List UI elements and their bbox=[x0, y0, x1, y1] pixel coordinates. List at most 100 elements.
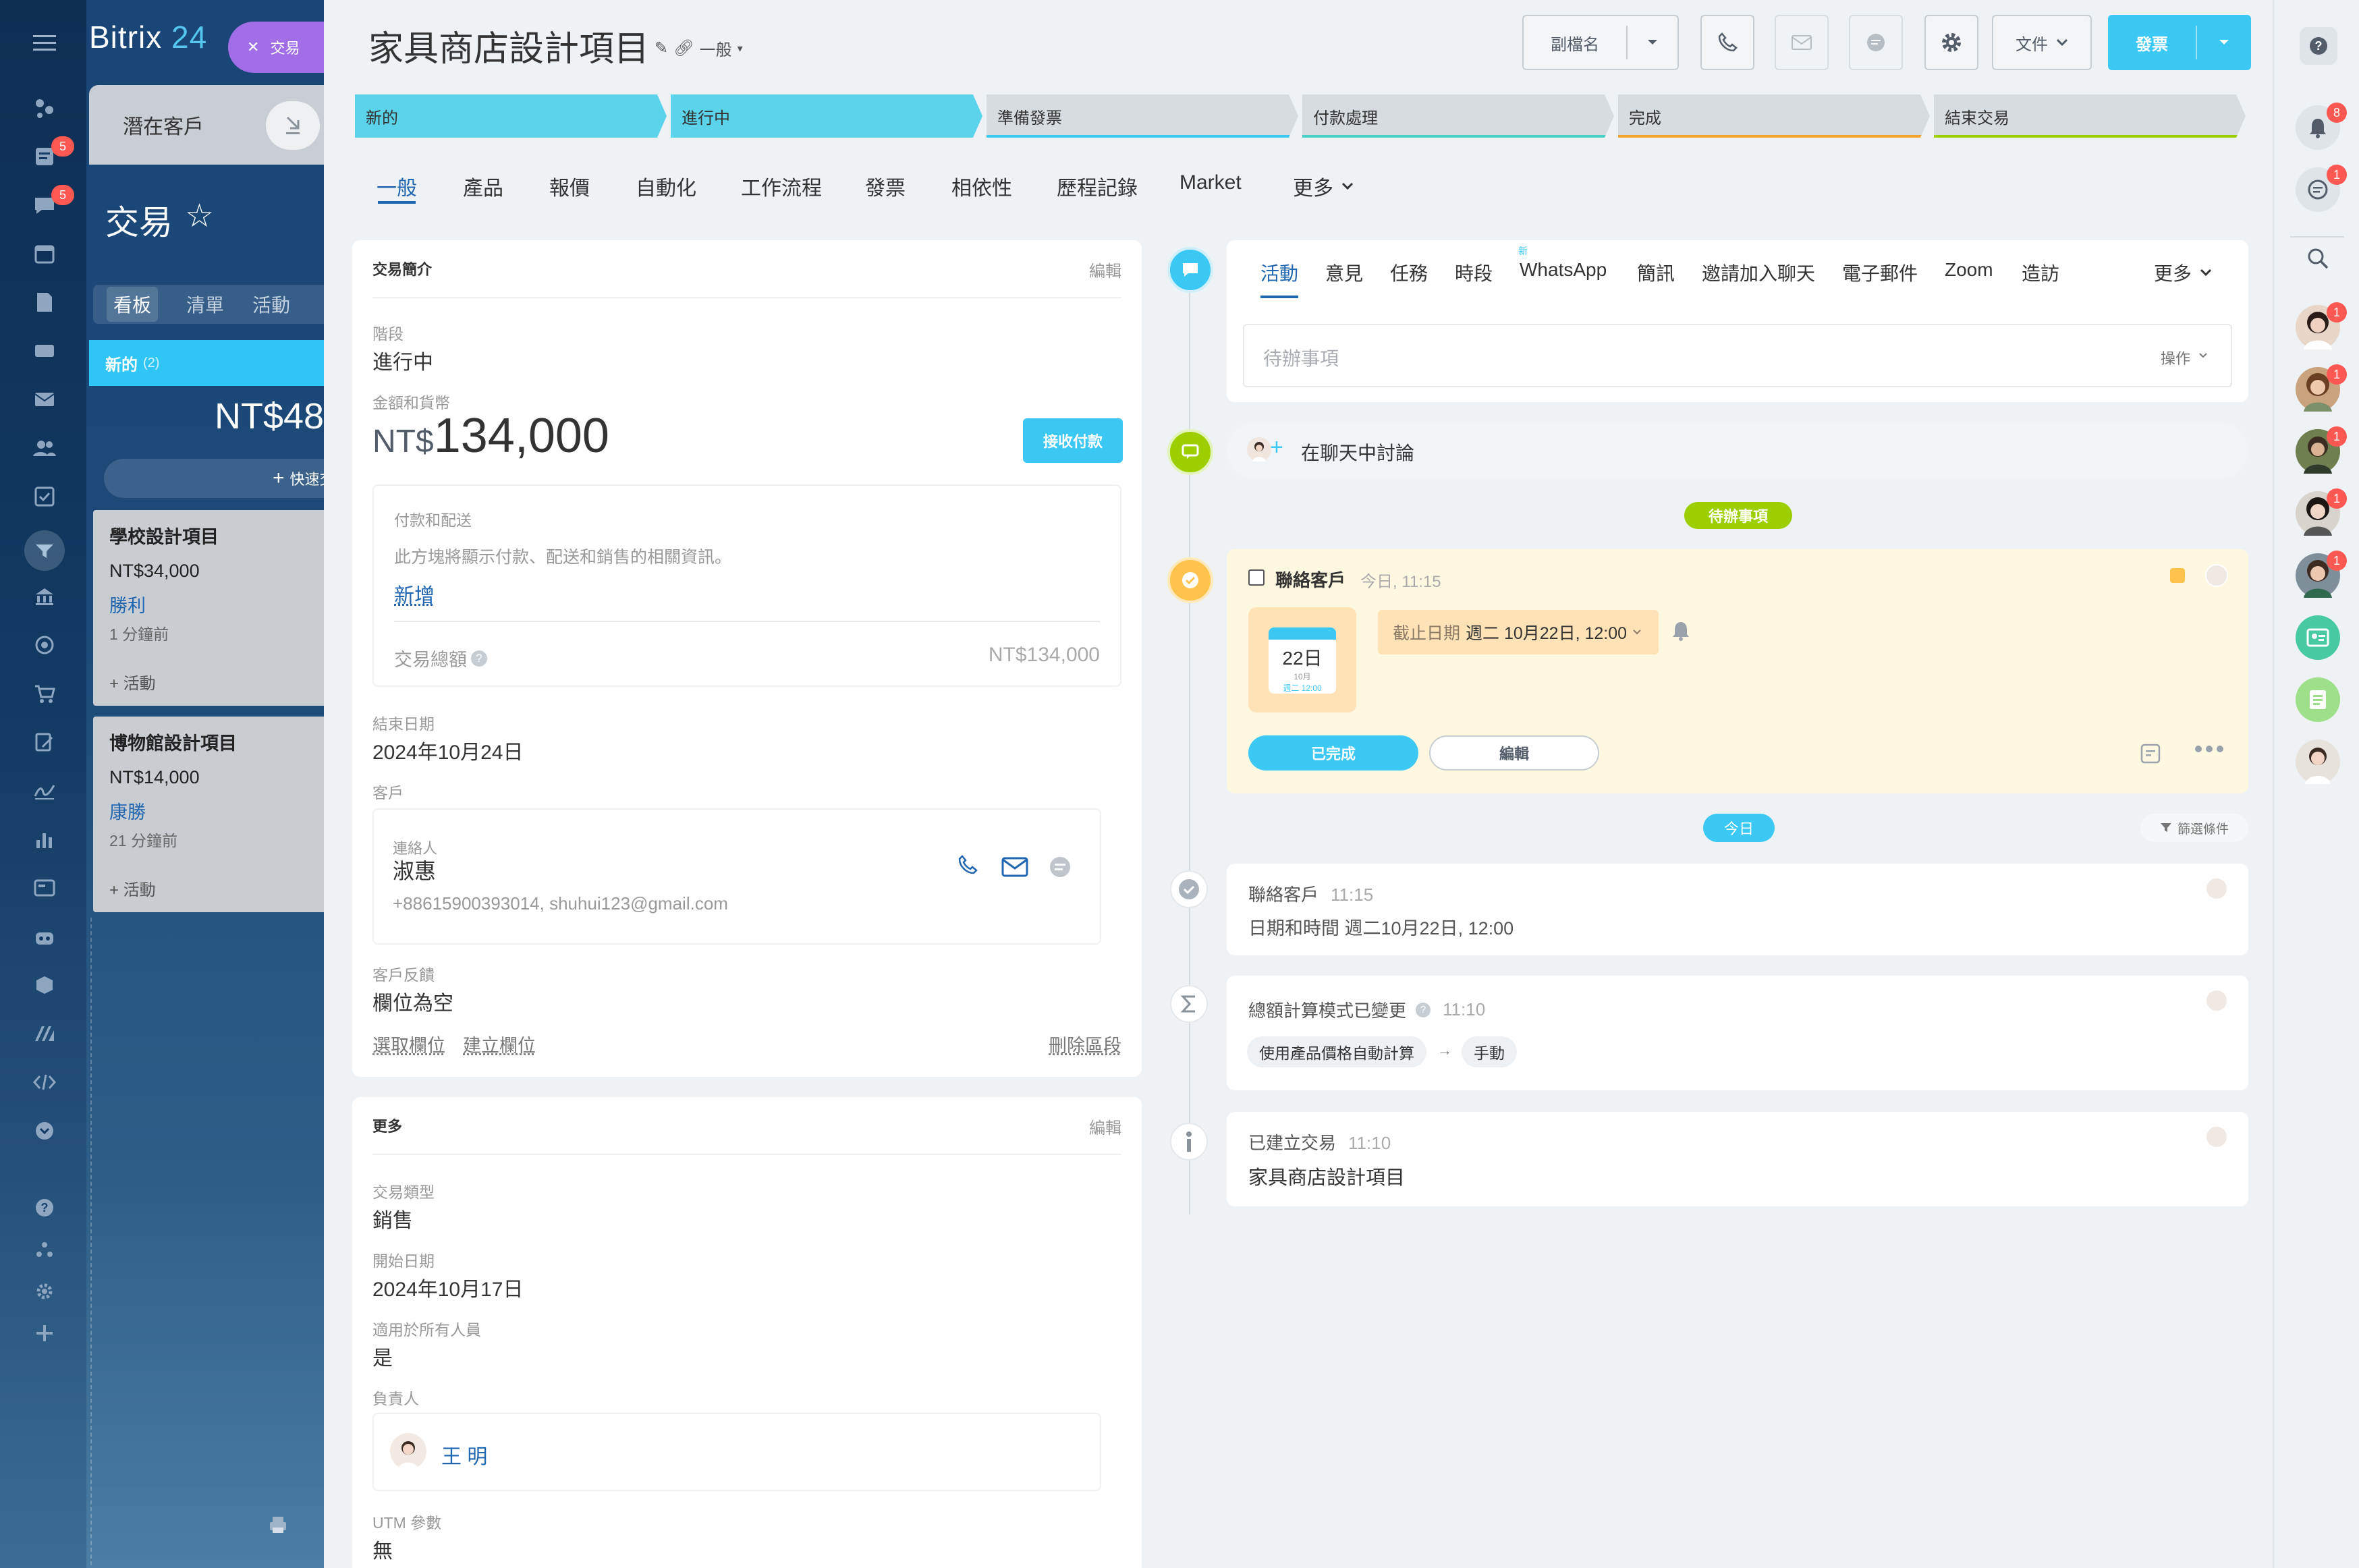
robot-icon[interactable] bbox=[30, 922, 59, 951]
card-add-activity[interactable]: + 活動 bbox=[109, 670, 156, 694]
stage-complete[interactable]: 完成 bbox=[1618, 94, 1930, 138]
help-icon[interactable]: ? bbox=[471, 650, 487, 667]
kanban-card[interactable]: 博物館設計項目 NT$14,000 康勝 21 分鐘前 + 活動 bbox=[93, 717, 324, 912]
payment-add-link[interactable]: 新增 bbox=[394, 579, 435, 609]
sms-button[interactable] bbox=[1849, 15, 1903, 70]
stage-payment[interactable]: 付款處理 bbox=[1302, 94, 1614, 138]
card-title[interactable]: 學校設計項目 bbox=[109, 522, 324, 549]
checklist-icon[interactable] bbox=[30, 482, 59, 511]
category-select[interactable]: 一般 bbox=[700, 36, 732, 60]
stage-close[interactable]: 結束交易 bbox=[1934, 94, 2246, 138]
stage-new[interactable]: 新的 bbox=[355, 94, 667, 138]
avatar[interactable] bbox=[2205, 1125, 2228, 1148]
settings-button[interactable] bbox=[1924, 15, 1978, 70]
card-company[interactable]: 勝利 bbox=[109, 591, 324, 617]
avatar[interactable] bbox=[2205, 877, 2228, 900]
notes-icon[interactable] bbox=[2296, 677, 2340, 722]
print-icon[interactable] bbox=[267, 1514, 289, 1536]
tab-more[interactable]: 更多 bbox=[2154, 259, 2212, 286]
note-icon[interactable] bbox=[2140, 744, 2161, 764]
tab-whatsapp[interactable]: WhatsApp bbox=[1520, 259, 1607, 281]
calendar-icon[interactable] bbox=[30, 239, 59, 269]
tab-task[interactable]: 任務 bbox=[1390, 259, 1428, 286]
create-field-link[interactable]: 建立欄位 bbox=[463, 1031, 536, 1057]
tab-workflows[interactable]: 工作流程 bbox=[741, 171, 822, 201]
bank-icon[interactable] bbox=[30, 582, 59, 611]
deadline-selector[interactable]: 截止日期 週二 10月22日, 12:00 bbox=[1378, 610, 1659, 654]
bell-icon[interactable] bbox=[1672, 621, 1690, 641]
more-dots-icon[interactable] bbox=[2194, 745, 2224, 753]
help-icon[interactable]: ? bbox=[1416, 1003, 1431, 1017]
avatar[interactable] bbox=[2296, 739, 2340, 784]
available-to-all-value[interactable]: 是 bbox=[372, 1341, 393, 1371]
chevron-down-icon[interactable] bbox=[1628, 38, 1677, 47]
chat-discuss-label[interactable]: 在聊天中討論 bbox=[1301, 439, 1414, 466]
phone-button[interactable] bbox=[1700, 15, 1754, 70]
minimize-icon[interactable] bbox=[266, 101, 320, 150]
deal-title[interactable]: 家具商店設計項目 bbox=[368, 20, 649, 71]
receive-payment-button[interactable]: 接收付款 bbox=[1023, 418, 1123, 463]
chat-discuss-bar[interactable]: + 在聊天中討論 bbox=[1227, 422, 2248, 479]
quick-add-button[interactable]: +快速交 bbox=[104, 459, 324, 498]
tab-automation[interactable]: 自動化 bbox=[636, 171, 696, 201]
avatar[interactable] bbox=[2205, 564, 2228, 587]
menu-icon[interactable] bbox=[30, 28, 59, 58]
contacts-icon[interactable] bbox=[30, 433, 59, 463]
tab-comment[interactable]: 意見 bbox=[1325, 259, 1363, 286]
tab-history[interactable]: 歷程記錄 bbox=[1057, 171, 1138, 201]
sms-icon[interactable] bbox=[1049, 856, 1072, 878]
feedback-value[interactable]: 欄位為空 bbox=[372, 986, 453, 1016]
card-title[interactable]: 博物館設計項目 bbox=[109, 729, 324, 755]
delete-section-link[interactable]: 刪除區段 bbox=[1049, 1031, 1121, 1057]
tab-market[interactable]: Market bbox=[1180, 171, 1242, 194]
add-icon[interactable]: + bbox=[1270, 435, 1283, 461]
filter-button[interactable]: 篩選條件 bbox=[2140, 814, 2248, 842]
complete-button[interactable]: 已完成 bbox=[1248, 735, 1418, 771]
drive-icon[interactable] bbox=[30, 336, 59, 366]
more-chevron-icon[interactable] bbox=[30, 1116, 59, 1146]
history-detail[interactable]: 家具商店設計項目 bbox=[1248, 1162, 1405, 1190]
avatar[interactable] bbox=[390, 1433, 426, 1469]
tab-visit[interactable]: 造訪 bbox=[2022, 259, 2059, 286]
close-icon[interactable]: ✕ bbox=[247, 38, 259, 56]
add-icon[interactable] bbox=[30, 1318, 59, 1348]
tab-general[interactable]: 一般 bbox=[377, 171, 417, 201]
invoice-button[interactable]: 發票 bbox=[2108, 15, 2251, 70]
sign-doc-icon[interactable] bbox=[30, 727, 59, 757]
help-icon[interactable]: ? bbox=[30, 1193, 59, 1223]
documents-button[interactable]: 文件 bbox=[1992, 15, 2092, 70]
tab-kanban[interactable]: 看板 bbox=[107, 287, 158, 322]
tab-email[interactable]: 電子郵件 bbox=[1842, 259, 1918, 286]
stage-value[interactable]: 進行中 bbox=[372, 345, 433, 375]
todo-checkbox[interactable] bbox=[1248, 569, 1265, 586]
link-icon[interactable]: 🔗︎ bbox=[673, 38, 694, 58]
card-add-activity[interactable]: + 活動 bbox=[109, 876, 156, 900]
sites-icon[interactable] bbox=[30, 873, 59, 903]
amount-value[interactable]: NT$134,000 bbox=[372, 409, 609, 469]
tab-more[interactable]: 更多 bbox=[1293, 171, 1354, 201]
todo-title[interactable]: 聯絡客戶 bbox=[1275, 567, 1345, 592]
star-icon[interactable]: ☆ bbox=[185, 197, 214, 235]
close-date-value[interactable]: 2024年10月24日 bbox=[372, 735, 523, 765]
tab-products[interactable]: 產品 bbox=[463, 171, 503, 201]
color-flag[interactable] bbox=[2170, 568, 2185, 583]
start-date-value[interactable]: 2024年10月17日 bbox=[372, 1272, 523, 1302]
tab-invoices[interactable]: 發票 bbox=[865, 171, 906, 201]
signature-icon[interactable] bbox=[30, 776, 59, 806]
contact-center-icon[interactable] bbox=[2296, 615, 2340, 660]
kanban-column-header[interactable]: 新的 (2) bbox=[89, 340, 324, 386]
stage-prepare-invoice[interactable]: 準備發票 bbox=[987, 94, 1298, 138]
chevron-down-icon[interactable] bbox=[2197, 38, 2251, 47]
feed-icon[interactable] bbox=[30, 93, 59, 123]
tab-zoom[interactable]: Zoom bbox=[1945, 259, 1993, 281]
target-icon[interactable] bbox=[30, 630, 59, 660]
mail-icon[interactable] bbox=[30, 385, 59, 414]
edit-link[interactable]: 編輯 bbox=[1089, 1115, 1121, 1138]
avatar[interactable] bbox=[2205, 989, 2228, 1012]
card-company[interactable]: 康勝 bbox=[109, 797, 324, 824]
email-button[interactable] bbox=[1775, 15, 1829, 70]
crm-icon[interactable] bbox=[24, 530, 65, 571]
box-icon[interactable] bbox=[30, 970, 59, 1000]
select-field-link[interactable]: 選取欄位 bbox=[372, 1031, 445, 1057]
tab-invite-chat[interactable]: 邀請加入聊天 bbox=[1702, 259, 1815, 286]
